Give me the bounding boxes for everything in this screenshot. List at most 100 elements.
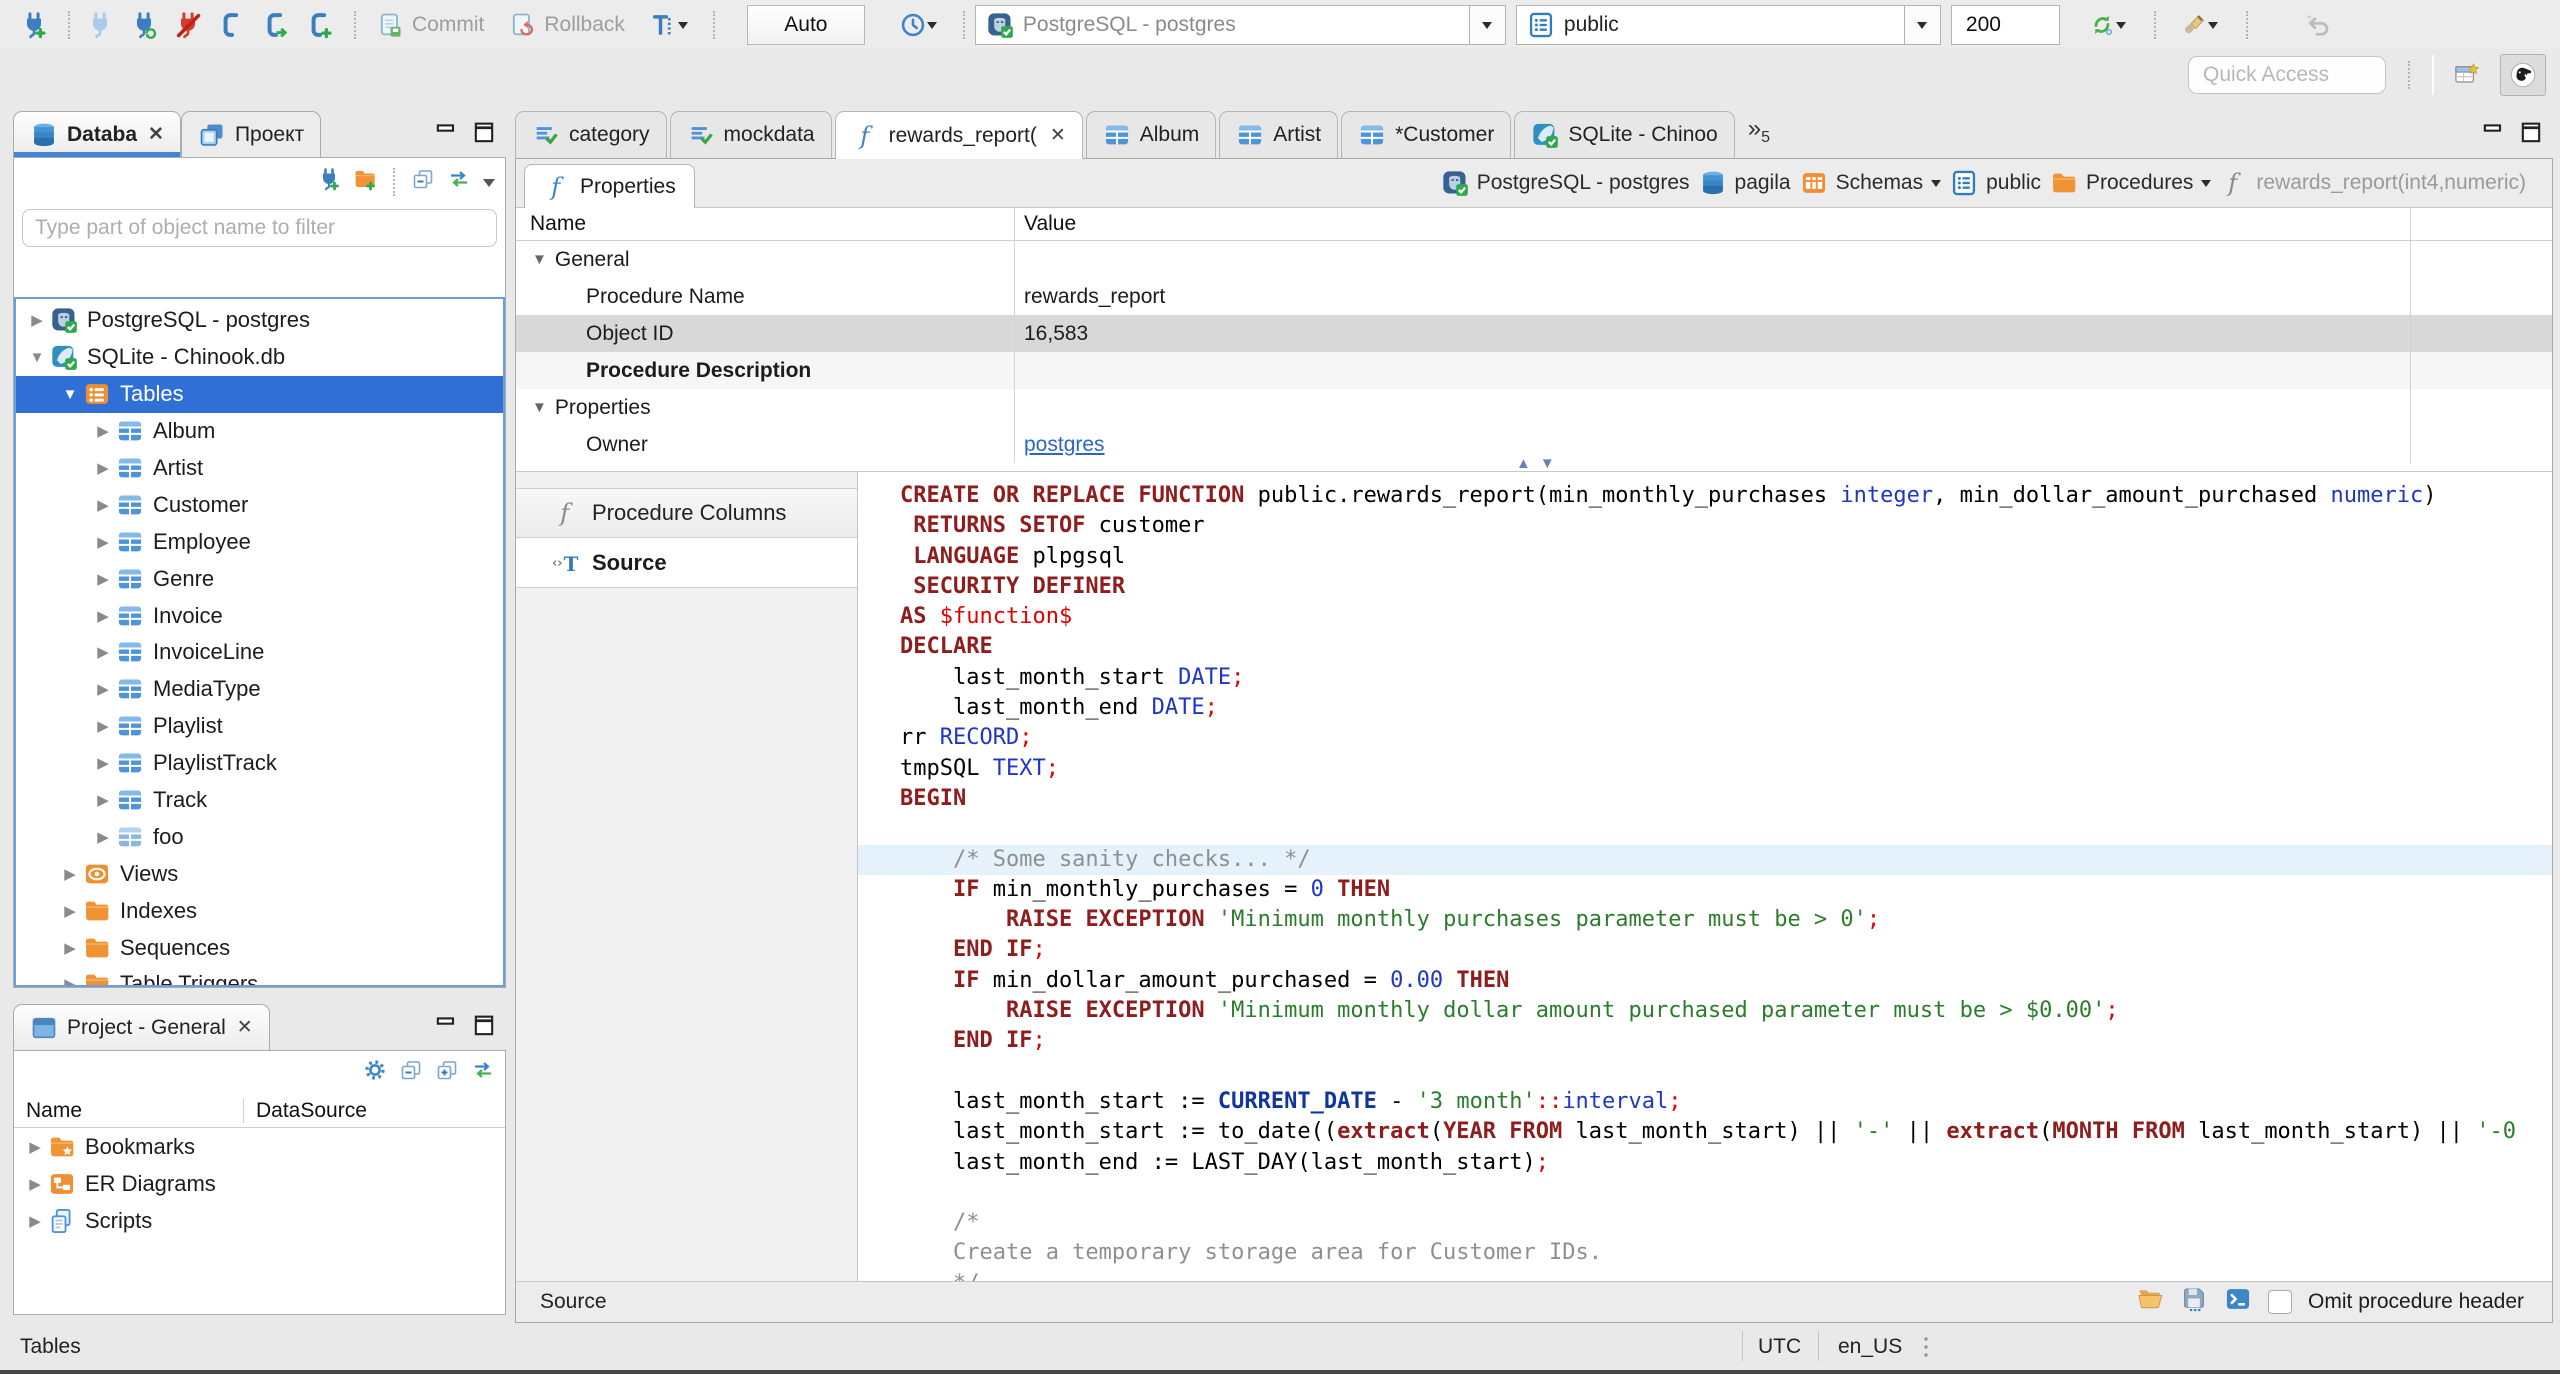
- collapse-all-button[interactable]: [399, 1058, 423, 1088]
- schema-combo-dropdown-button[interactable]: [1903, 5, 1940, 44]
- omit-procedure-header-checkbox[interactable]: [2268, 1290, 2293, 1314]
- auto-sync-button[interactable]: [2074, 4, 2140, 46]
- expander-icon[interactable]: ▶: [90, 570, 116, 588]
- expander-icon[interactable]: ▶: [57, 939, 83, 957]
- grid-row-procedure-description[interactable]: Procedure Description: [516, 352, 2552, 389]
- breadcrumb-item-pagila[interactable]: pagila: [1699, 169, 1791, 197]
- expander-icon[interactable]: ▶: [90, 828, 116, 846]
- connect-button[interactable]: [80, 4, 120, 46]
- tree-item-customer[interactable]: ▶ Customer: [16, 486, 503, 523]
- expander-icon[interactable]: ▶: [90, 680, 116, 698]
- tree-item-table-triggers[interactable]: ▶ Table Triggers: [16, 966, 503, 985]
- tab-database-navigator[interactable]: Databa ✕: [13, 111, 181, 157]
- tab-overflow-button[interactable]: » 5: [1748, 115, 1770, 147]
- column-divider[interactable]: [1014, 208, 1015, 240]
- link-with-editor-button[interactable]: [471, 1058, 495, 1088]
- new-connection-button[interactable]: [317, 167, 341, 197]
- settings-button[interactable]: [363, 1058, 387, 1088]
- expander-icon[interactable]: ▼: [24, 349, 50, 366]
- project-item-er-diagrams[interactable]: ▶ ER Diagrams: [14, 1165, 505, 1202]
- tree-item-album[interactable]: ▶ Album: [16, 413, 503, 450]
- tree-item-track[interactable]: ▶ Track: [16, 782, 503, 819]
- close-icon[interactable]: ✕: [148, 123, 164, 146]
- tab-projects[interactable]: Проект: [180, 111, 322, 157]
- expander-icon[interactable]: ▶: [57, 902, 83, 920]
- side-tab-source[interactable]: ‹› T Source: [516, 538, 857, 588]
- expander-icon[interactable]: ▶: [90, 533, 116, 551]
- project-item-scripts[interactable]: ▶ Scripts: [14, 1202, 505, 1239]
- tree-item-views[interactable]: ▶ Views: [16, 855, 503, 892]
- tree-item-employee[interactable]: ▶ Employee: [16, 523, 503, 560]
- maximize-button[interactable]: [470, 1012, 496, 1038]
- column-header-name[interactable]: Name: [516, 212, 1014, 236]
- tree-item-playlist[interactable]: ▶ Playlist: [16, 708, 503, 745]
- breadcrumb-item-postgresql-postgres[interactable]: PostgreSQL - postgres: [1441, 169, 1690, 197]
- tree-item-artist[interactable]: ▶ Artist: [16, 450, 503, 487]
- grid-row-properties[interactable]: ▼ Properties: [516, 389, 2552, 426]
- column-header-name[interactable]: Name: [14, 1099, 243, 1123]
- tree-item-tables[interactable]: ▼ Tables: [16, 375, 503, 413]
- rollback-button[interactable]: Rollback: [498, 4, 635, 46]
- open-perspective-button[interactable]: [2446, 55, 2488, 95]
- tree-item-invoice[interactable]: ▶ Invoice: [16, 597, 503, 634]
- dbeaver-perspective-button[interactable]: [2500, 54, 2546, 96]
- grid-row-general[interactable]: ▼ General: [516, 241, 2552, 278]
- active-schema-combo[interactable]: public: [1515, 4, 1941, 45]
- disconnect-button[interactable]: [168, 4, 208, 46]
- commit-mode-button[interactable]: Auto: [746, 4, 865, 45]
- grid-row-value[interactable]: postgres: [1024, 433, 1105, 456]
- expander-icon[interactable]: ▶: [24, 311, 50, 329]
- status-locale[interactable]: en_US: [1838, 1335, 1902, 1359]
- expander-icon[interactable]: ▶: [90, 607, 116, 625]
- link-with-editor-button[interactable]: [447, 167, 471, 197]
- status-grip[interactable]: [1922, 1335, 1930, 1361]
- editor-tab-mockdata[interactable]: mockdata: [669, 111, 832, 158]
- tree-item-invoiceline[interactable]: ▶ InvoiceLine: [16, 634, 503, 671]
- column-header-datasource[interactable]: DataSource: [243, 1099, 403, 1123]
- column-header-value[interactable]: Value: [1014, 212, 1076, 236]
- transaction-mode-button[interactable]: [639, 4, 699, 46]
- open-sql-script-button[interactable]: [256, 4, 296, 46]
- project-item-bookmarks[interactable]: ▶ Bookmarks: [14, 1128, 505, 1165]
- active-connection-combo[interactable]: PostgreSQL - postgres: [974, 4, 1506, 45]
- expander-icon[interactable]: ▶: [90, 754, 116, 772]
- breadcrumb-item-rewards-report-int4-numeric[interactable]: f rewards_report(int4,numeric): [2220, 169, 2526, 197]
- fetch-size-input[interactable]: 200: [1950, 4, 2060, 45]
- collapse-all-button[interactable]: [411, 167, 435, 197]
- new-connection-button[interactable]: [14, 4, 54, 46]
- expander-icon[interactable]: ▶: [90, 422, 116, 440]
- grid-row-procedure-name[interactable]: Procedure Name rewards_report: [516, 278, 2552, 315]
- expander-icon[interactable]: ▶: [22, 1138, 48, 1156]
- commit-button[interactable]: Commit: [366, 4, 494, 46]
- tab-project-general[interactable]: Project - General ✕: [13, 1004, 270, 1050]
- expander-icon[interactable]: ▶: [22, 1212, 48, 1230]
- sql-editor-button[interactable]: [212, 4, 252, 46]
- minimize-button[interactable]: [432, 119, 458, 145]
- editor-tab-rewards-report[interactable]: f rewards_report(✕: [834, 111, 1083, 159]
- load-from-file-button[interactable]: [2136, 1285, 2164, 1319]
- expander-icon[interactable]: ▶: [90, 643, 116, 661]
- scroll-up-icon[interactable]: ▲: [1516, 455, 1531, 472]
- tree-item-postgresql-postgres[interactable]: ▶ PostgreSQL - postgres: [16, 302, 503, 339]
- open-in-sql-console-button[interactable]: [2224, 1285, 2252, 1319]
- tree-item-sequences[interactable]: ▶ Sequences: [16, 929, 503, 966]
- scroll-down-icon[interactable]: ▼: [1540, 455, 1555, 472]
- view-menu-icon[interactable]: [483, 178, 495, 193]
- tree-item-mediatype[interactable]: ▶ MediaType: [16, 671, 503, 708]
- expander-icon[interactable]: ▶: [90, 717, 116, 735]
- transaction-log-button[interactable]: [887, 4, 949, 46]
- new-folder-button[interactable]: [353, 167, 377, 197]
- expander-icon[interactable]: ▼: [57, 386, 83, 403]
- expander-icon[interactable]: ▶: [57, 975, 83, 985]
- quick-access-input[interactable]: [2188, 56, 2386, 94]
- editor-tab-album[interactable]: Album: [1085, 111, 1217, 158]
- close-icon[interactable]: ✕: [237, 1016, 253, 1039]
- tree-item-sqlite-chinook-db[interactable]: ▼ SQLite - Chinook.db: [16, 339, 503, 376]
- collapse-triangle-icon[interactable]: ▼: [532, 399, 547, 416]
- reconnect-button[interactable]: [124, 4, 164, 46]
- expander-icon[interactable]: ▶: [57, 865, 83, 883]
- minimize-button[interactable]: [432, 1012, 458, 1038]
- dropdown-caret-icon[interactable]: [2201, 180, 2212, 192]
- breadcrumb-item-procedures[interactable]: Procedures: [2050, 169, 2212, 197]
- save-to-file-button[interactable]: [2180, 1285, 2208, 1319]
